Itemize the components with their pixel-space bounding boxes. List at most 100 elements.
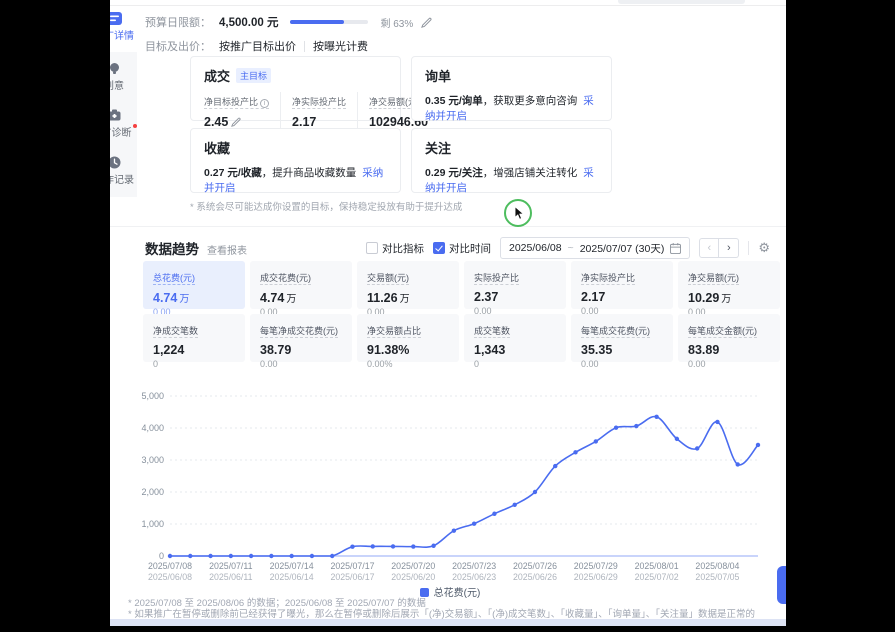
notification-dot [133, 124, 137, 128]
data-point-marker [411, 544, 415, 548]
view-report-link[interactable]: 查看报表 [207, 242, 247, 257]
tile-total-cost[interactable]: 总花费(元)4.74万0.00 [143, 261, 245, 309]
next-period-button[interactable]: › [719, 238, 739, 258]
tile-orders[interactable]: 成交笔数1,3430 [464, 314, 566, 362]
gear-icon[interactable]: ⚙ [758, 240, 770, 256]
compare-time-checkbox[interactable] [433, 242, 445, 254]
budget-remaining: 剩 63% [380, 15, 413, 30]
divider [748, 241, 749, 255]
idea-icon [110, 61, 122, 75]
compare-time-toggle[interactable]: 对比时间 [433, 241, 491, 256]
x-axis-tick-main: 2025/08/01 [635, 561, 679, 571]
data-point-marker [715, 420, 719, 424]
x-axis-tick-main: 2025/07/08 [148, 561, 192, 571]
goal-note: * 系统会尽可能达成你设置的目标，保持稳定投放有助于提升达成 [190, 199, 462, 213]
data-point-marker [431, 544, 435, 548]
x-axis-tick-compare: 2025/06/14 [270, 572, 314, 582]
app-window: 推广详情 创意 推广诊断 [110, 0, 786, 626]
record-icon [110, 155, 122, 169]
y-axis-tick: 5,000 [141, 391, 164, 401]
x-axis-tick-compare: 2025/06/26 [513, 572, 557, 582]
data-point-marker [736, 462, 740, 466]
sidebar-item-creative[interactable]: 创意 [110, 58, 137, 95]
inquiry-goal-card: 询单 0.35 元/询单，获取更多意向咨询采纳并开启 [411, 56, 612, 121]
budget-label: 预算日限额： [145, 14, 211, 30]
data-point-marker [350, 545, 354, 549]
sidebar-item-history[interactable]: 操作记录 [110, 152, 137, 189]
y-axis-tick: 2,000 [141, 487, 164, 497]
goal-bidding-row: 目标及出价： 按推广目标出价 按曝光计费 [145, 38, 368, 54]
data-point-marker [472, 521, 476, 525]
section-title: 数据趋势 [145, 238, 199, 258]
compare-metric-checkbox[interactable] [366, 242, 378, 254]
chart-line-main [170, 417, 758, 556]
data-point-marker [371, 544, 375, 548]
tile-gmv[interactable]: 交易额(元)11.26万0.00 [357, 261, 459, 309]
x-axis-tick-compare: 2025/06/11 [209, 572, 252, 582]
edit-roi-icon[interactable] [231, 117, 241, 127]
floating-action-button[interactable] [777, 566, 786, 604]
mouse-cursor [514, 206, 527, 221]
x-axis-tick-main: 2025/07/26 [513, 561, 557, 571]
info-icon[interactable]: i [260, 99, 269, 108]
y-axis-tick: 0 [159, 551, 164, 561]
sidebar-group: 创意 推广诊断 操作记录 [110, 52, 137, 197]
left-sidebar: 推广详情 创意 推广诊断 [110, 8, 137, 218]
metric-tiles-grid: 总花费(元)4.74万0.00 成交花费(元)4.74万0.00 交易额(元)1… [143, 261, 780, 362]
edit-budget-icon[interactable] [421, 17, 432, 28]
x-axis-tick-compare: 2025/07/05 [695, 572, 739, 582]
section-divider [110, 226, 786, 227]
data-point-marker [634, 424, 638, 428]
x-axis-tick-compare: 2025/07/02 [635, 572, 679, 582]
tile-amount-per-order[interactable]: 每笔成交金额(元)83.890.00 [678, 314, 780, 362]
x-axis-tick-main: 2025/07/14 [270, 561, 314, 571]
detail-icon [110, 11, 122, 25]
tile-cost-per-order[interactable]: 每笔成交花费(元)35.350.00 [571, 314, 673, 362]
data-point-marker [229, 554, 233, 558]
card-title: 收藏 [204, 138, 230, 157]
sidebar-item-label: 操作记录 [110, 171, 134, 186]
trend-line-chart[interactable]: 01,0002,0003,0004,0005,0002025/07/082025… [128, 382, 772, 588]
data-point-marker [573, 450, 577, 454]
sidebar-item-label: 推广详情 [110, 27, 134, 42]
x-axis-tick-compare: 2025/06/29 [574, 572, 618, 582]
x-axis-tick-compare: 2025/06/20 [391, 572, 435, 582]
x-axis-tick-main: 2025/07/17 [330, 561, 374, 571]
tile-cost-per-net-order[interactable]: 每笔净成交花费(元)38.790.00 [250, 314, 352, 362]
bidding-label: 目标及出价： [145, 38, 211, 54]
data-point-marker [695, 446, 699, 450]
tile-net-orders[interactable]: 净成交笔数1,2240 [143, 314, 245, 362]
x-axis-tick-main: 2025/08/04 [695, 561, 739, 571]
tile-net-gmv-ratio[interactable]: 净交易额占比91.38%0.00% [357, 314, 459, 362]
data-trend-header: 数据趋势 查看报表 对比指标 对比时间 2025/06/08 ~ 2025/07… [145, 236, 770, 260]
budget-value: 4,500.00 元 [219, 14, 278, 30]
sidebar-item-label: 推广诊断 [110, 124, 137, 139]
x-axis-tick-main: 2025/07/23 [452, 561, 496, 571]
y-axis-tick: 1,000 [141, 519, 164, 529]
metric-net-target-roi: 净目标投产比i 2.45 [204, 92, 280, 129]
tile-actual-roi[interactable]: 实际投产比2.370.00 [464, 261, 566, 309]
date-range-picker[interactable]: 2025/06/08 ~ 2025/07/07 (30天) [500, 237, 690, 259]
tile-deal-cost[interactable]: 成交花费(元)4.74万0.00 [250, 261, 352, 309]
card-title: 关注 [425, 138, 451, 157]
x-axis-tick-main: 2025/07/29 [574, 561, 618, 571]
prev-period-button[interactable]: ‹ [699, 238, 719, 258]
primary-goal-badge: 主目标 [236, 68, 271, 83]
bid-option-by-impression[interactable]: 按曝光计费 [313, 38, 368, 54]
data-point-marker [330, 554, 334, 558]
follow-goal-card: 关注 0.29 元/关注，增强店铺关注转化采纳并开启 [411, 128, 612, 193]
data-point-marker [756, 443, 760, 447]
bid-option-by-goal[interactable]: 按推广目标出价 [219, 38, 296, 54]
sidebar-item-promotion-detail[interactable]: 推广详情 [110, 8, 137, 45]
tile-net-gmv[interactable]: 净交易额(元)10.29万0.00 [678, 261, 780, 309]
data-point-marker [654, 415, 658, 419]
sidebar-item-diagnosis[interactable]: 推广诊断 [110, 105, 137, 142]
tile-net-actual-roi[interactable]: 净实际投产比2.170.00 [571, 261, 673, 309]
compare-metric-toggle[interactable]: 对比指标 [366, 241, 424, 256]
data-point-marker [188, 554, 192, 558]
budget-progress-bar[interactable] [290, 20, 368, 24]
y-axis-tick: 3,000 [141, 455, 164, 465]
date-end: 2025/07/07 (30天) [580, 241, 665, 256]
data-point-marker [269, 554, 273, 558]
horizontal-scrollbar[interactable] [110, 619, 786, 626]
